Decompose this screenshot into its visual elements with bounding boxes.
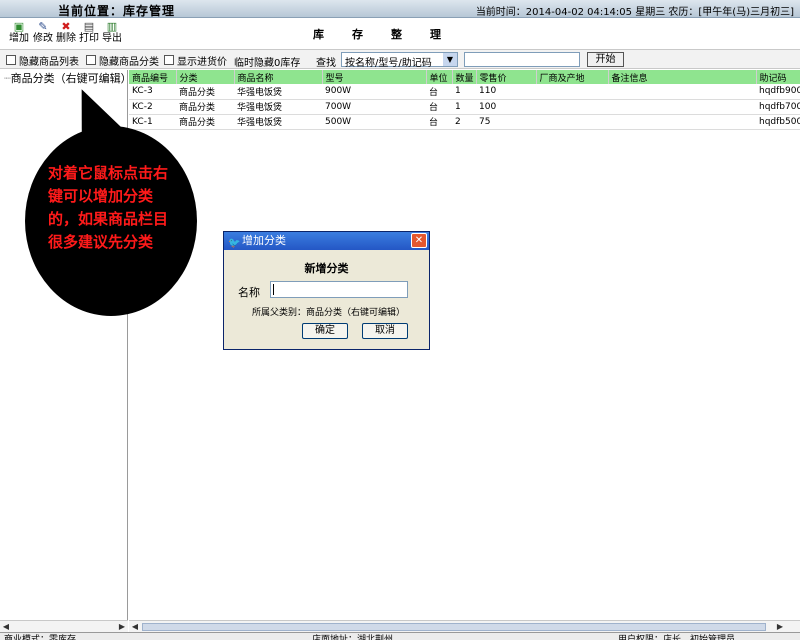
cell [608, 114, 756, 130]
ok-button[interactable]: 确定 [302, 323, 348, 339]
cell: 台 [426, 99, 452, 115]
add-category-dialog: 🐦 增加分类 ✕ 新增分类 名称 所属父类别：商品分类（右键可编辑） 确定 取消 [223, 231, 430, 350]
title-bar: 当前位置：库存管理 当前时间：2014-04-02 04:14:05 星期三 农… [0, 0, 800, 18]
cell: 华强电饭煲 [234, 84, 322, 100]
cell [536, 99, 608, 115]
column-header[interactable]: 商品编号 [129, 70, 177, 84]
edit-icon: ✎ [38, 20, 48, 33]
status-user-role: 用户权限：店长，初始管理员 [618, 635, 736, 640]
current-location: 当前位置：库存管理 [58, 4, 176, 18]
cell: 商品分类 [176, 114, 234, 130]
cell: 华强电饭煲 [234, 99, 322, 115]
cell: hqdfb500 [756, 114, 800, 130]
datetime-lunar: 当前时间：2014-04-02 04:14:05 星期三 农历：[甲午年(马)三… [476, 3, 794, 18]
cell: 1 [452, 84, 476, 100]
cell: 75 [476, 114, 536, 130]
scrollbar-thumb[interactable] [142, 623, 766, 631]
lunar-date: 农历：[甲午年(马)三月初三] [668, 7, 794, 18]
status-store-address: 店面地址：湖北荆州 [312, 635, 394, 640]
add-icon: ▣ [13, 20, 25, 33]
column-header[interactable]: 零售价 [476, 70, 537, 84]
name-label: 名称 [238, 286, 260, 299]
cell [608, 99, 756, 115]
column-header[interactable]: 商品名称 [234, 70, 323, 84]
cell: 台 [426, 84, 452, 100]
cell [536, 84, 608, 100]
column-header[interactable]: 助记码 [756, 70, 800, 84]
cell: 2 [452, 114, 476, 130]
find-label: 查找 [316, 58, 336, 69]
parent-category-hint: 所属父类别：商品分类（右键可编辑） [252, 308, 406, 318]
current-datetime: 当前时间：2014-04-02 04:14:05 星期三 [475, 7, 666, 18]
column-header[interactable]: 备注信息 [608, 70, 757, 84]
cell: 100 [476, 99, 536, 115]
callout-text: 对着它鼠标点击右键可以增加分类的，如果商品栏目很多建议先分类 [48, 164, 169, 251]
column-header[interactable]: 厂商及产地 [536, 70, 609, 84]
inventory-table: 商品编号 分类 商品名称 型号 单位 数量 零售价 厂商及产地 备注信息 助记码… [129, 70, 800, 130]
table-row[interactable]: KC-3 商品分类 华强电饭煲 900W 台 1 110 hqdfb900 [129, 84, 800, 100]
cell: 500W [322, 114, 426, 130]
tree-line-icon: ┈ [4, 72, 11, 85]
grid-hscrollbar[interactable]: ◀ ▶ [129, 620, 800, 632]
add-button[interactable]: ▣ 增加 [8, 21, 30, 47]
tree-hscrollbar[interactable]: ◀ ▶ [0, 620, 128, 632]
show-purchase-price-checkbox[interactable]: 显示进货价 [164, 53, 227, 68]
category-name-input[interactable] [270, 281, 408, 298]
checkbox-box [6, 55, 16, 65]
table-row[interactable]: KC-2 商品分类 华强电饭煲 700W 台 1 100 hqdfb700 [129, 99, 800, 115]
chevron-down-icon[interactable]: ▼ [443, 53, 457, 66]
cell: 华强电饭煲 [234, 114, 322, 130]
hide-product-list-checkbox[interactable]: 隐藏商品列表 [6, 53, 79, 68]
checkbox-box [86, 55, 96, 65]
table-row[interactable]: KC-1 商品分类 华强电饭煲 500W 台 2 75 hqdfb500 [129, 114, 800, 130]
cell: 台 [426, 114, 452, 130]
cancel-button[interactable]: 取消 [362, 323, 408, 339]
filter-bar: 隐藏商品列表 隐藏商品分类 显示进货价 临时隐藏0库存 查找 按名称/型号/助记… [0, 49, 800, 69]
column-header[interactable]: 单位 [426, 70, 453, 84]
search-input[interactable] [464, 52, 580, 67]
export-icon: ▥ [106, 20, 118, 33]
dialog-title-bar[interactable]: 🐦 增加分类 ✕ [224, 232, 429, 250]
cell: 110 [476, 84, 536, 100]
cell: KC-3 [129, 84, 176, 100]
cell: 商品分类 [176, 84, 234, 100]
start-button[interactable]: 开始 [587, 52, 624, 67]
column-header[interactable]: 型号 [322, 70, 427, 84]
scroll-right-icon[interactable]: ▶ [116, 621, 128, 632]
column-header[interactable]: 分类 [176, 70, 235, 84]
status-bar: 商业模式：零库存 店面地址：湖北荆州 用户权限：店长，初始管理员 [0, 632, 800, 640]
module-title: 库存整理 [313, 28, 469, 41]
hide-product-category-checkbox[interactable]: 隐藏商品分类 [86, 53, 159, 68]
column-header[interactable]: 数量 [452, 70, 477, 84]
cell: 1 [452, 99, 476, 115]
cell: 商品分类 [176, 99, 234, 115]
tree-root-node[interactable]: ┈商品分类（右键可编辑） [4, 70, 132, 86]
cell: hqdfb700 [756, 99, 800, 115]
hide-zero-stock-label[interactable]: 临时隐藏0库存 [234, 54, 300, 69]
search-mode-select[interactable]: 按名称/型号/助记码 ▼ [341, 52, 458, 69]
cell [608, 84, 756, 100]
cell: KC-2 [129, 99, 176, 115]
scroll-left-icon[interactable]: ◀ [129, 621, 141, 632]
cell [536, 114, 608, 130]
export-button[interactable]: ▥ 导出 [101, 21, 123, 47]
cell: 700W [322, 99, 426, 115]
cell: hqdfb900 [756, 84, 800, 100]
close-icon[interactable]: ✕ [411, 233, 427, 248]
print-icon: ▤ [83, 20, 95, 33]
dialog-heading: 新增分类 [304, 262, 349, 275]
scroll-left-icon[interactable]: ◀ [0, 621, 12, 632]
text-caret [273, 284, 274, 295]
checkbox-box [164, 55, 174, 65]
delete-icon: ✖ [61, 20, 71, 33]
status-business-mode: 商业模式：零库存 [4, 635, 77, 640]
cell: 900W [322, 84, 426, 100]
table-header-row: 商品编号 分类 商品名称 型号 单位 数量 零售价 厂商及产地 备注信息 助记码 [129, 70, 800, 84]
bird-icon: 🐦 [228, 238, 241, 249]
cell: KC-1 [129, 114, 176, 130]
scroll-right-icon[interactable]: ▶ [774, 621, 786, 632]
